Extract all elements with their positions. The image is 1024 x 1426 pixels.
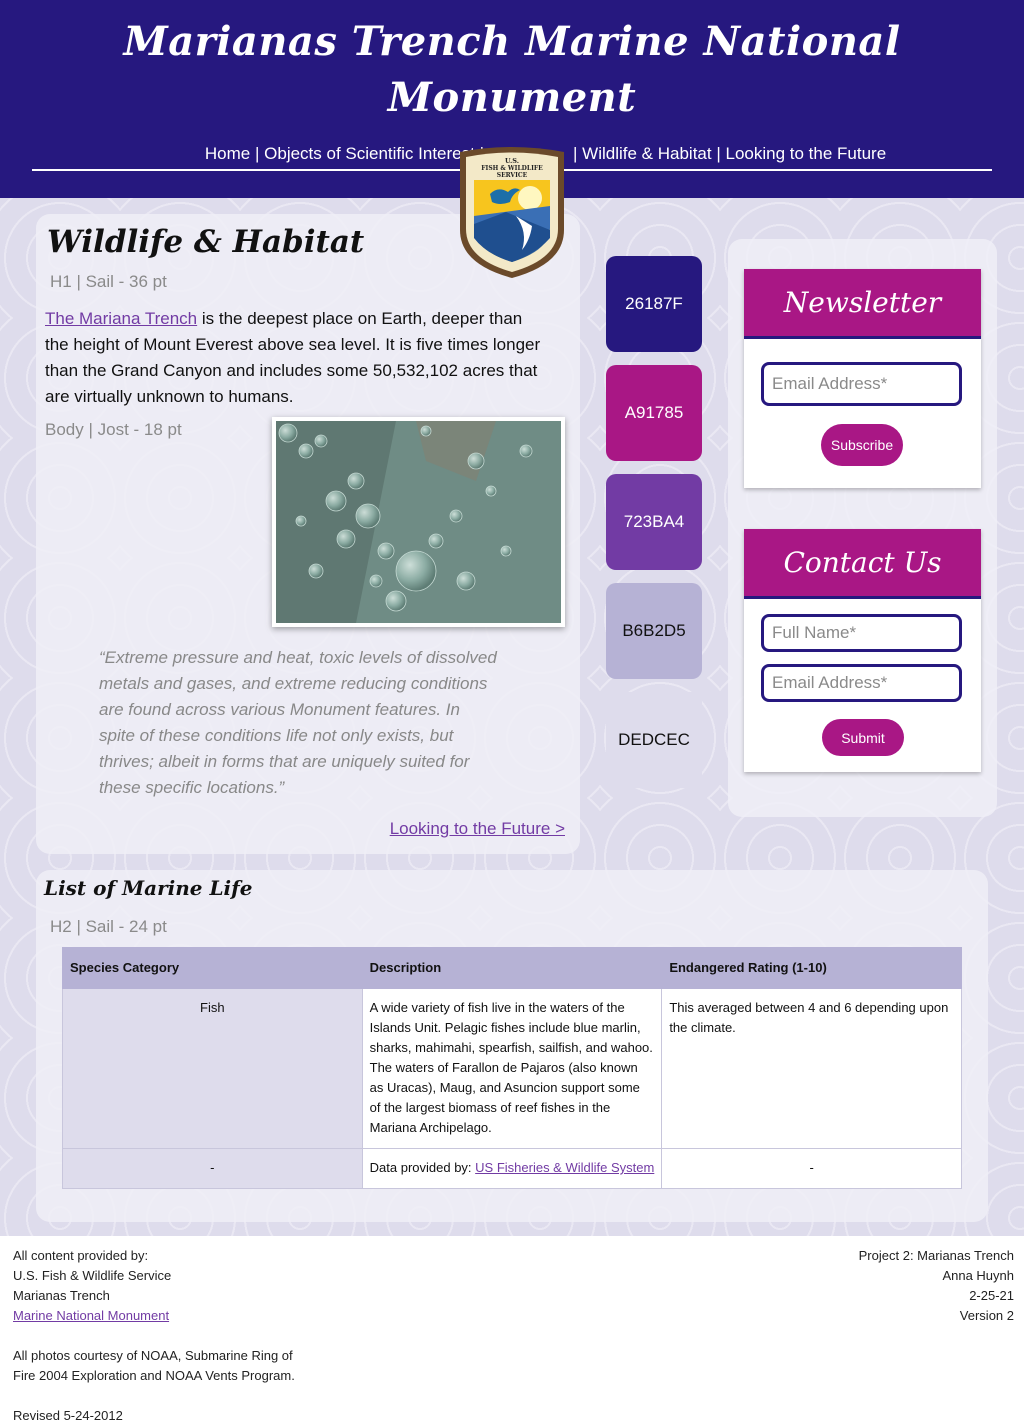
body-spec-label: Body | Jost - 18 pt [45, 420, 182, 439]
swatch-dedcec: DEDCEC [606, 692, 702, 788]
cell-description: A wide variety of fish live in the water… [361, 988, 663, 1149]
quote-close-mark: ” [278, 778, 285, 797]
swatch-26187f: 26187F [606, 256, 702, 352]
cell-category: - [62, 1148, 363, 1189]
nav-wildlife-habitat[interactable]: Wildlife & Habitat [582, 144, 711, 163]
site-title-line2: Monument [387, 74, 637, 121]
h2-spec-label: H2 | Sail - 24 pt [50, 917, 167, 936]
marine-national-monument-link[interactable]: Marine National Monument [13, 1308, 169, 1323]
swatch-label: B6B2D5 [622, 621, 686, 640]
svg-text:U.S.: U.S. [505, 157, 519, 165]
table-row: Fish A wide variety of fish live in the … [62, 988, 962, 1149]
contact-name-field[interactable] [761, 614, 962, 652]
swatch-a91785: A91785 [606, 365, 702, 461]
table-row: - Data provided by: US Fisheries & Wildl… [62, 1148, 962, 1189]
cell-rating: This averaged between 4 and 6 depending … [661, 988, 962, 1149]
data-source-label: Data provided by: [369, 1160, 476, 1175]
submit-button[interactable]: Submit [822, 719, 904, 756]
nav-separator: | [716, 144, 721, 163]
swatch-label: DEDCEC [618, 730, 690, 749]
footer-date: 2-25-21 [969, 1288, 1014, 1303]
footer-credit-line: U.S. Fish & Wildlife Service [13, 1268, 172, 1283]
footer-credit-line: Marianas Trench [13, 1288, 110, 1303]
intro-paragraph: The Mariana Trench is the deepest place … [45, 306, 545, 410]
marine-life-heading: List of Marine Life [44, 876, 253, 900]
h1-spec-label: H1 | Sail - 36 pt [50, 272, 167, 291]
footer-credits: All content provided by: U.S. Fish & Wil… [13, 1246, 313, 1426]
nav-looking-to-the-future[interactable]: Looking to the Future [725, 144, 886, 163]
quote-text: Extreme pressure and heat, toxic levels … [99, 648, 497, 797]
swatch-label: 26187F [625, 294, 683, 313]
cell-description: Data provided by: US Fisheries & Wildlif… [361, 1148, 663, 1189]
newsletter-title: Newsletter [744, 269, 981, 339]
footer-project-title: Project 2: Marianas Trench [858, 1248, 1014, 1263]
svg-text:FISH & WILDLIFE: FISH & WILDLIFE [481, 165, 543, 172]
nav-separator: | [254, 144, 260, 163]
footer-revised-date: Revised 5-24-2012 [13, 1408, 123, 1423]
swatch-b6b2d5: B6B2D5 [606, 583, 702, 679]
pull-quote: “Extreme pressure and heat, toxic levels… [99, 645, 499, 801]
col-endangered-rating: Endangered Rating (1-10) [661, 947, 962, 989]
site-title: Marianas Trench Marine National Monument [0, 14, 1024, 126]
swatch-label: A91785 [624, 403, 684, 422]
nav-home[interactable]: Home [205, 144, 250, 163]
contact-email-field[interactable] [761, 664, 962, 702]
subscribe-button[interactable]: Subscribe [821, 424, 903, 466]
marine-life-table: Species Category Description Endangered … [62, 947, 962, 1189]
footer-photo-credit: All photos courtesy of NOAA, Submarine R… [13, 1348, 295, 1383]
cell-rating: - [661, 1148, 962, 1189]
cell-category: Fish [62, 988, 363, 1149]
swatch-label: 723BA4 [623, 512, 685, 531]
footer-project-info: Project 2: Marianas Trench Anna Huynh 2-… [859, 1246, 1014, 1326]
nav-separator: | [573, 144, 578, 163]
contact-widget: Contact Us Submit [744, 529, 981, 772]
newsletter-email-field[interactable] [761, 362, 962, 406]
fish-wildlife-service-logo[interactable]: U.S. FISH & WILDLIFE SERVICE [456, 146, 568, 280]
svg-text:SERVICE: SERVICE [497, 172, 528, 179]
us-fisheries-wildlife-link[interactable]: US Fisheries & Wildlife System [475, 1160, 654, 1175]
mariana-trench-link[interactable]: The Mariana Trench [45, 309, 197, 328]
col-description: Description [361, 947, 663, 989]
deep-sea-bubbles-photo [272, 417, 565, 627]
footer-version: Version 2 [959, 1308, 1014, 1323]
footer-credit-line: All content provided by: [13, 1248, 149, 1263]
page-heading: Wildlife & Habitat [47, 224, 365, 260]
nav-objects-of-scientific-interest[interactable]: Objects of Scientific Interest [264, 144, 475, 163]
site-title-line1: Marianas Trench Marine National [123, 18, 901, 65]
contact-title: Contact Us [744, 529, 981, 599]
swatch-723ba4: 723BA4 [606, 474, 702, 570]
col-species-category: Species Category [62, 947, 363, 989]
looking-to-the-future-link[interactable]: Looking to the Future > [390, 819, 565, 839]
table-header-row: Species Category Description Endangered … [62, 947, 962, 989]
footer-author: Anna Huynh [942, 1268, 1014, 1283]
newsletter-widget: Newsletter Subscribe [744, 269, 981, 488]
